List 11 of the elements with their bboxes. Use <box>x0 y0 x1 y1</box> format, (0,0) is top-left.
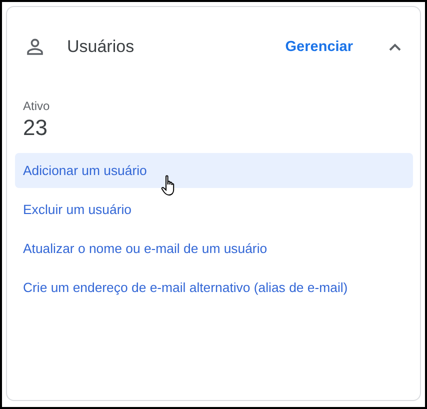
stat-label: Ativo <box>23 99 51 113</box>
action-link[interactable]: Atualizar o nome ou e-mail de um usuário <box>23 241 268 256</box>
stat-value: 23 <box>23 115 48 141</box>
action-link[interactable]: Excluir um usuário <box>23 202 132 217</box>
user-icon <box>25 37 45 57</box>
card-title: Usuários <box>67 37 136 57</box>
manage-link[interactable]: Gerenciar <box>285 39 353 55</box>
chevron-up-icon <box>389 43 401 51</box>
action-link[interactable]: Crie um endereço de e-mail alternativo (alias de e-mail) <box>23 280 348 295</box>
hand-cursor-icon <box>161 174 177 198</box>
action-link[interactable]: Adicionar um usuário <box>23 163 147 178</box>
